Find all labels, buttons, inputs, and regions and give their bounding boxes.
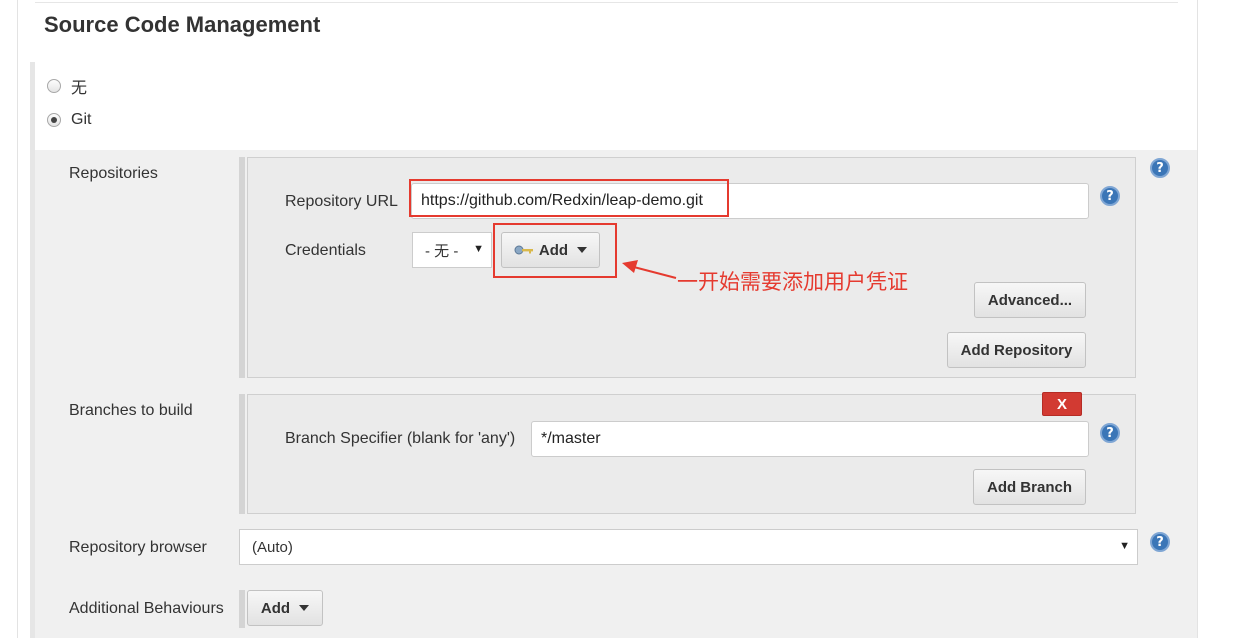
- help-icon[interactable]: ?: [1100, 423, 1120, 443]
- repository-browser-selected: (Auto): [252, 538, 293, 556]
- help-icon[interactable]: ?: [1150, 532, 1170, 552]
- advanced-button[interactable]: Advanced...: [974, 282, 1086, 318]
- credentials-label: Credentials: [285, 242, 366, 259]
- delete-branch-button[interactable]: X: [1042, 392, 1082, 416]
- credentials-selected: - 无 -: [425, 242, 459, 260]
- radio-git[interactable]: [47, 113, 61, 127]
- branch-specifier-label: Branch Specifier (blank for 'any'): [285, 430, 516, 447]
- radio-git-label: Git: [71, 111, 92, 128]
- repositories-label: Repositories: [69, 165, 158, 182]
- chevron-down-icon: ▼: [473, 243, 484, 255]
- help-icon[interactable]: ?: [1100, 186, 1120, 206]
- radio-none-label: 无: [71, 80, 88, 97]
- section-title: Source Code Management: [44, 12, 321, 37]
- additional-behaviours-label: Additional Behaviours: [69, 600, 224, 617]
- add-branch-button[interactable]: Add Branch: [973, 469, 1086, 505]
- annotation-note: 一开始需要添加用户凭证: [677, 270, 908, 294]
- credentials-select[interactable]: - 无 - ▼: [412, 232, 492, 268]
- top-divider: [35, 2, 1178, 3]
- add-behaviour-label: Add: [260, 599, 291, 617]
- help-icon[interactable]: ?: [1150, 158, 1170, 178]
- branches-bar: [239, 394, 245, 514]
- repository-url-label: Repository URL: [285, 193, 398, 210]
- radio-none[interactable]: [47, 79, 61, 93]
- add-repository-button[interactable]: Add Repository: [947, 332, 1086, 368]
- repository-browser-label: Repository browser: [69, 539, 207, 556]
- scm-option-git[interactable]: Git: [47, 111, 91, 129]
- annotation-arrow-icon: [622, 260, 677, 279]
- repository-browser-select[interactable]: (Auto) ▼: [239, 529, 1138, 565]
- branch-specifier-input[interactable]: */master: [531, 421, 1089, 457]
- branches-label: Branches to build: [69, 402, 193, 419]
- chevron-down-icon: ▼: [1119, 540, 1130, 552]
- caret-down-icon: [299, 605, 310, 611]
- url-highlight-box: [409, 179, 729, 217]
- add-behaviour-button[interactable]: Add: [247, 590, 323, 626]
- additional-behaviours-bar: [239, 590, 245, 628]
- repositories-bar: [239, 157, 245, 378]
- scm-option-none[interactable]: 无: [47, 74, 87, 98]
- add-highlight-box: [493, 223, 617, 278]
